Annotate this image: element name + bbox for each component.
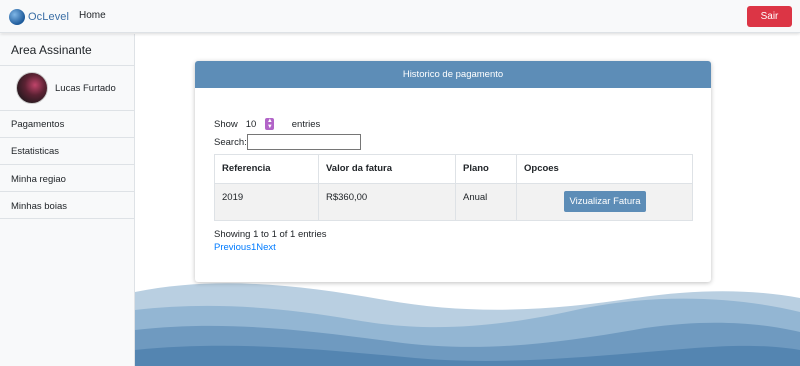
avatar	[16, 72, 48, 104]
table-info: Showing 1 to 1 of 1 entries	[214, 229, 327, 240]
top-navbar: OcLevel Home Sair	[0, 0, 800, 33]
pagination-next[interactable]: Next	[256, 242, 276, 253]
sidebar-item-minhas-boias[interactable]: Minhas boias	[11, 201, 67, 212]
cell-plano: Anual	[455, 183, 517, 221]
wave-background	[135, 283, 800, 366]
sidebar-divider	[0, 137, 135, 138]
payment-history-card: Historico de pagamento Show 10 ▲ ▼ entrie…	[195, 61, 711, 282]
select-arrows-icon: ▲ ▼	[265, 118, 275, 130]
cell-opcoes: Vizualizar Fatura	[516, 183, 693, 221]
search-label: Search:	[214, 136, 247, 148]
sidebar-title: Area Assinante	[11, 43, 92, 57]
search-control: Search:	[214, 134, 361, 150]
column-header-plano[interactable]: Plano	[455, 154, 517, 184]
pagination: Previous1Next	[214, 242, 276, 253]
user-profile: Lucas Furtado	[16, 72, 116, 104]
sidebar-divider	[0, 65, 135, 66]
brand-name: OcLevel	[28, 10, 70, 23]
entries-select[interactable]: 10 ▲ ▼	[246, 117, 291, 131]
column-header-opcoes[interactable]: Opcoes	[516, 154, 693, 184]
entries-label: entries	[291, 118, 321, 130]
pagination-previous[interactable]: Previous	[214, 242, 251, 253]
sidebar-divider	[0, 110, 135, 111]
sidebar-item-estatisticas[interactable]: Estatisticas	[11, 146, 59, 157]
table-row: 2019 R$360,00 Anual Vizualizar Fatura	[214, 183, 693, 221]
payment-table: Referencia Valor da fatura Plano Opcoes …	[214, 154, 693, 221]
logout-button[interactable]: Sair	[747, 6, 792, 27]
sidebar-item-minha-regiao[interactable]: Minha regiao	[11, 174, 66, 185]
nav-home-link[interactable]: Home	[79, 10, 106, 21]
search-input[interactable]	[246, 134, 361, 150]
sidebar-divider	[0, 191, 135, 192]
card-title: Historico de pagamento	[195, 61, 711, 88]
sidebar-item-pagamentos[interactable]: Pagamentos	[11, 119, 64, 130]
user-name: Lucas Furtado	[55, 82, 116, 94]
brand-logo[interactable]: OcLevel	[9, 8, 69, 25]
view-invoice-button[interactable]: Vizualizar Fatura	[564, 191, 646, 212]
sidebar-divider	[0, 218, 135, 219]
table-header-row: Referencia Valor da fatura Plano Opcoes	[214, 154, 693, 184]
cell-referencia: 2019	[214, 183, 319, 221]
cell-valor: R$360,00	[318, 183, 456, 221]
sidebar-divider	[0, 164, 135, 165]
entries-length-control: Show 10 ▲ ▼ entries	[214, 117, 320, 131]
column-header-referencia[interactable]: Referencia	[214, 154, 319, 184]
sidebar: Area Assinante Lucas Furtado Pagamentos …	[0, 34, 135, 366]
column-header-valor[interactable]: Valor da fatura	[318, 154, 456, 184]
entries-select-value: 10	[245, 118, 257, 130]
show-label: Show	[214, 118, 238, 130]
logo-icon	[9, 8, 25, 25]
